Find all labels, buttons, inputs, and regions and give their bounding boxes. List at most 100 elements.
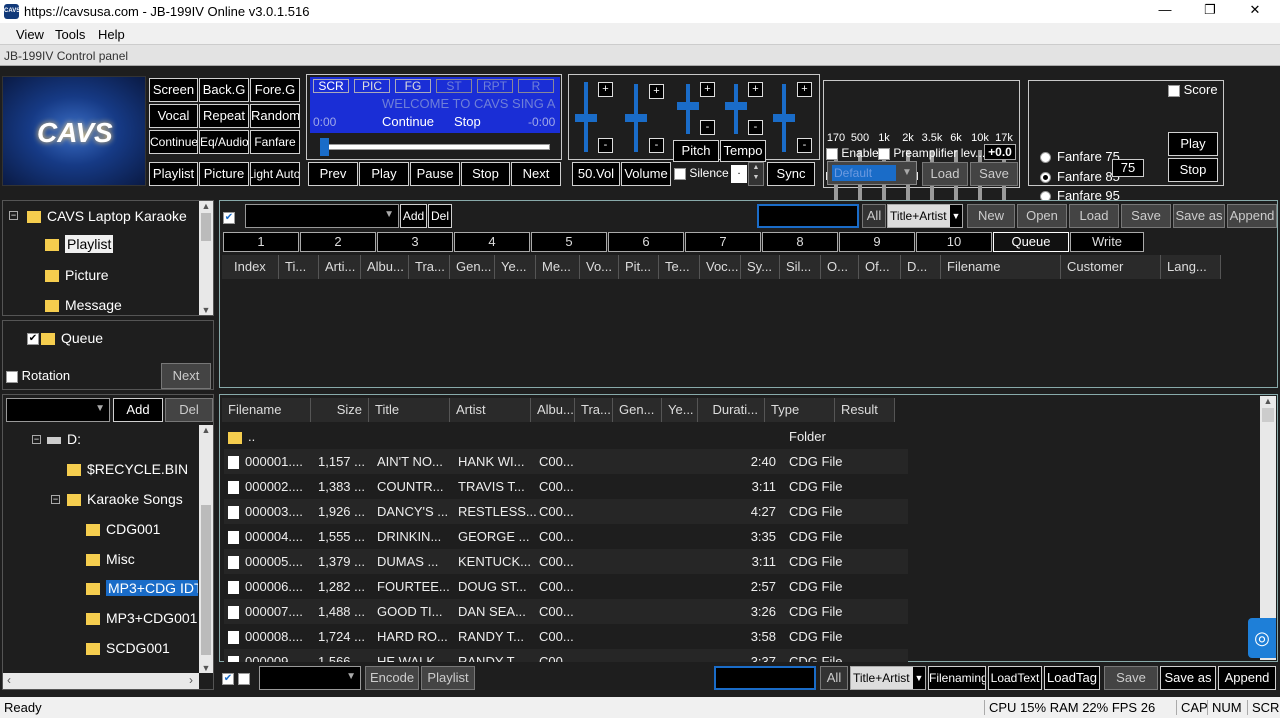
file-artist: RANDY T... bbox=[458, 654, 524, 662]
file-type: CDG File bbox=[789, 504, 843, 519]
table-row[interactable]: 000008.... 1,724 ... HARD RO... RANDY T... C… bbox=[224, 624, 908, 649]
file-name: 000002.... bbox=[245, 479, 303, 494]
file-icon bbox=[228, 456, 239, 470]
file-toolbar: ✔ ▼ Encode Playlist All Title+Artist ▼ Fi… bbox=[219, 664, 1278, 692]
file-duration: 4:27 bbox=[750, 504, 776, 519]
file-size: 1,383 ... bbox=[318, 479, 365, 494]
file-type: CDG File bbox=[789, 454, 843, 469]
file-icon bbox=[228, 656, 239, 662]
file-save-button[interactable]: Save bbox=[1104, 666, 1158, 690]
file-artist: HANK WI... bbox=[458, 454, 525, 469]
file-album: C00... bbox=[539, 579, 574, 594]
file-title: GOOD TI... bbox=[377, 604, 443, 619]
status-bar: Ready CPU 15% RAM 22% FPS 26 CAP NUM SCR bbox=[0, 697, 1280, 718]
file-album: C00... bbox=[539, 479, 574, 494]
file-album: C00... bbox=[539, 604, 574, 619]
table-row[interactable]: 000009.... 1,566 ... HE WALK... RANDY T... C… bbox=[224, 649, 908, 662]
status-cap: CAP bbox=[1176, 700, 1208, 715]
file-duration: 3:26 bbox=[750, 604, 776, 619]
file-icon bbox=[228, 631, 239, 645]
table-row[interactable]: 000003.... 1,926 ... DANCY'S ... RESTLESS..… bbox=[224, 499, 908, 524]
file-filter-input[interactable] bbox=[714, 666, 816, 690]
file-name-cell: 000007.... bbox=[228, 599, 318, 624]
table-row[interactable]: 000002.... 1,383 ... COUNTR... TRAVIS T... C… bbox=[224, 474, 908, 499]
scroll-up-icon[interactable]: ▲ bbox=[1260, 396, 1276, 406]
loadtext-button[interactable]: LoadText bbox=[988, 666, 1042, 690]
file-size: 1,724 ... bbox=[318, 629, 365, 644]
file-album: C00... bbox=[539, 654, 574, 662]
file-name: 000008.... bbox=[245, 629, 303, 644]
assistant-widget-icon[interactable]: ◎ bbox=[1248, 618, 1276, 658]
file-artist: RESTLESS... bbox=[458, 504, 537, 519]
file-artist: DAN SEA... bbox=[458, 604, 526, 619]
table-row[interactable]: 000007.... 1,488 ... GOOD TI... DAN SEA... C… bbox=[224, 599, 908, 624]
scroll-right-icon[interactable]: › bbox=[189, 673, 193, 687]
file-duration: 3:35 bbox=[750, 529, 776, 544]
file-album: C00... bbox=[539, 454, 574, 469]
file-icon bbox=[228, 581, 239, 595]
to-playlist-button[interactable]: Playlist bbox=[421, 666, 475, 690]
table-row[interactable]: 000006.... 1,282 ... FOURTEE... DOUG ST... C… bbox=[224, 574, 908, 599]
file-size: 1,379 ... bbox=[318, 554, 365, 569]
file-type: Folder bbox=[789, 429, 826, 444]
file-name: 000004.... bbox=[245, 529, 303, 544]
file-name-cell: 000003.... bbox=[228, 499, 318, 524]
file-artist: TRAVIS T... bbox=[458, 479, 525, 494]
scroll-left-icon[interactable]: ‹ bbox=[7, 673, 11, 687]
file-type: CDG File bbox=[789, 529, 843, 544]
file-type: CDG File bbox=[789, 629, 843, 644]
folder-icon bbox=[228, 431, 242, 444]
encode-button[interactable]: Encode bbox=[365, 666, 419, 690]
filenaming-button[interactable]: Filenaming bbox=[928, 666, 986, 690]
file-size: 1,157 ... bbox=[318, 454, 365, 469]
file-duration: 2:40 bbox=[750, 454, 776, 469]
status-text: Ready bbox=[4, 700, 42, 715]
table-row[interactable]: 000005.... 1,379 ... DUMAS ... KENTUCK... C0… bbox=[224, 549, 908, 574]
file-name: .. bbox=[248, 429, 256, 444]
file-name: 000003.... bbox=[245, 504, 303, 519]
file-duration: 2:57 bbox=[750, 579, 776, 594]
scroll-down-icon[interactable]: ▼ bbox=[199, 663, 213, 673]
file-title: DANCY'S ... bbox=[377, 504, 449, 519]
table-row[interactable]: 000004.... 1,555 ... DRINKIN... GEORGE ... C… bbox=[224, 524, 908, 549]
file-artist: RANDY T... bbox=[458, 629, 524, 644]
file-type: CDG File bbox=[789, 604, 843, 619]
file-artist: DOUG ST... bbox=[458, 579, 527, 594]
file-type: CDG File bbox=[789, 479, 843, 494]
file-type: CDG File bbox=[789, 554, 843, 569]
file-name-cell: 000004.... bbox=[228, 524, 318, 549]
file-type: CDG File bbox=[789, 579, 843, 594]
file-duration: 3:58 bbox=[750, 629, 776, 644]
file-album: C00... bbox=[539, 629, 574, 644]
loadtag-button[interactable]: LoadTag bbox=[1044, 666, 1100, 690]
file-name: 000006.... bbox=[245, 579, 303, 594]
file-size: 1,488 ... bbox=[318, 604, 365, 619]
table-row[interactable]: .. Folder bbox=[224, 424, 908, 449]
file-duration: 3:37 bbox=[750, 654, 776, 662]
file-all-button[interactable]: All bbox=[820, 666, 848, 690]
file-title: DUMAS ... bbox=[377, 554, 439, 569]
file-append-button[interactable]: Append bbox=[1218, 666, 1276, 690]
status-num: NUM bbox=[1207, 700, 1242, 715]
file-search-combo[interactable]: ▼ bbox=[259, 666, 361, 690]
file-list: .. Folder 000001.... 1,157 ... AIN'T NO... HA… bbox=[0, 0, 1280, 662]
file-size: 1,566 ... bbox=[318, 654, 365, 662]
file-name: 000009.... bbox=[245, 654, 303, 662]
file-album: C00... bbox=[539, 554, 574, 569]
file-tree-hscrollbar[interactable]: ‹ › bbox=[3, 673, 199, 689]
file-title: DRINKIN... bbox=[377, 529, 442, 544]
file-title: HARD RO... bbox=[377, 629, 448, 644]
file-select-all-checkbox[interactable]: ✔ bbox=[222, 670, 250, 685]
file-icon bbox=[228, 506, 239, 520]
file-type: CDG File bbox=[789, 654, 843, 662]
file-name-cell: 000005.... bbox=[228, 549, 318, 574]
checkmark-icon: ✔ bbox=[222, 672, 234, 685]
file-sort-select[interactable]: Title+Artist ▼ bbox=[850, 666, 926, 690]
file-icon bbox=[228, 556, 239, 570]
file-saveas-button[interactable]: Save as bbox=[1160, 666, 1216, 690]
file-name-cell: .. bbox=[228, 424, 318, 449]
table-row[interactable]: 000001.... 1,157 ... AIN'T NO... HANK WI...… bbox=[224, 449, 908, 474]
scroll-thumb[interactable] bbox=[1262, 408, 1274, 422]
file-duration: 3:11 bbox=[751, 554, 776, 569]
file-duration: 3:11 bbox=[751, 479, 776, 494]
